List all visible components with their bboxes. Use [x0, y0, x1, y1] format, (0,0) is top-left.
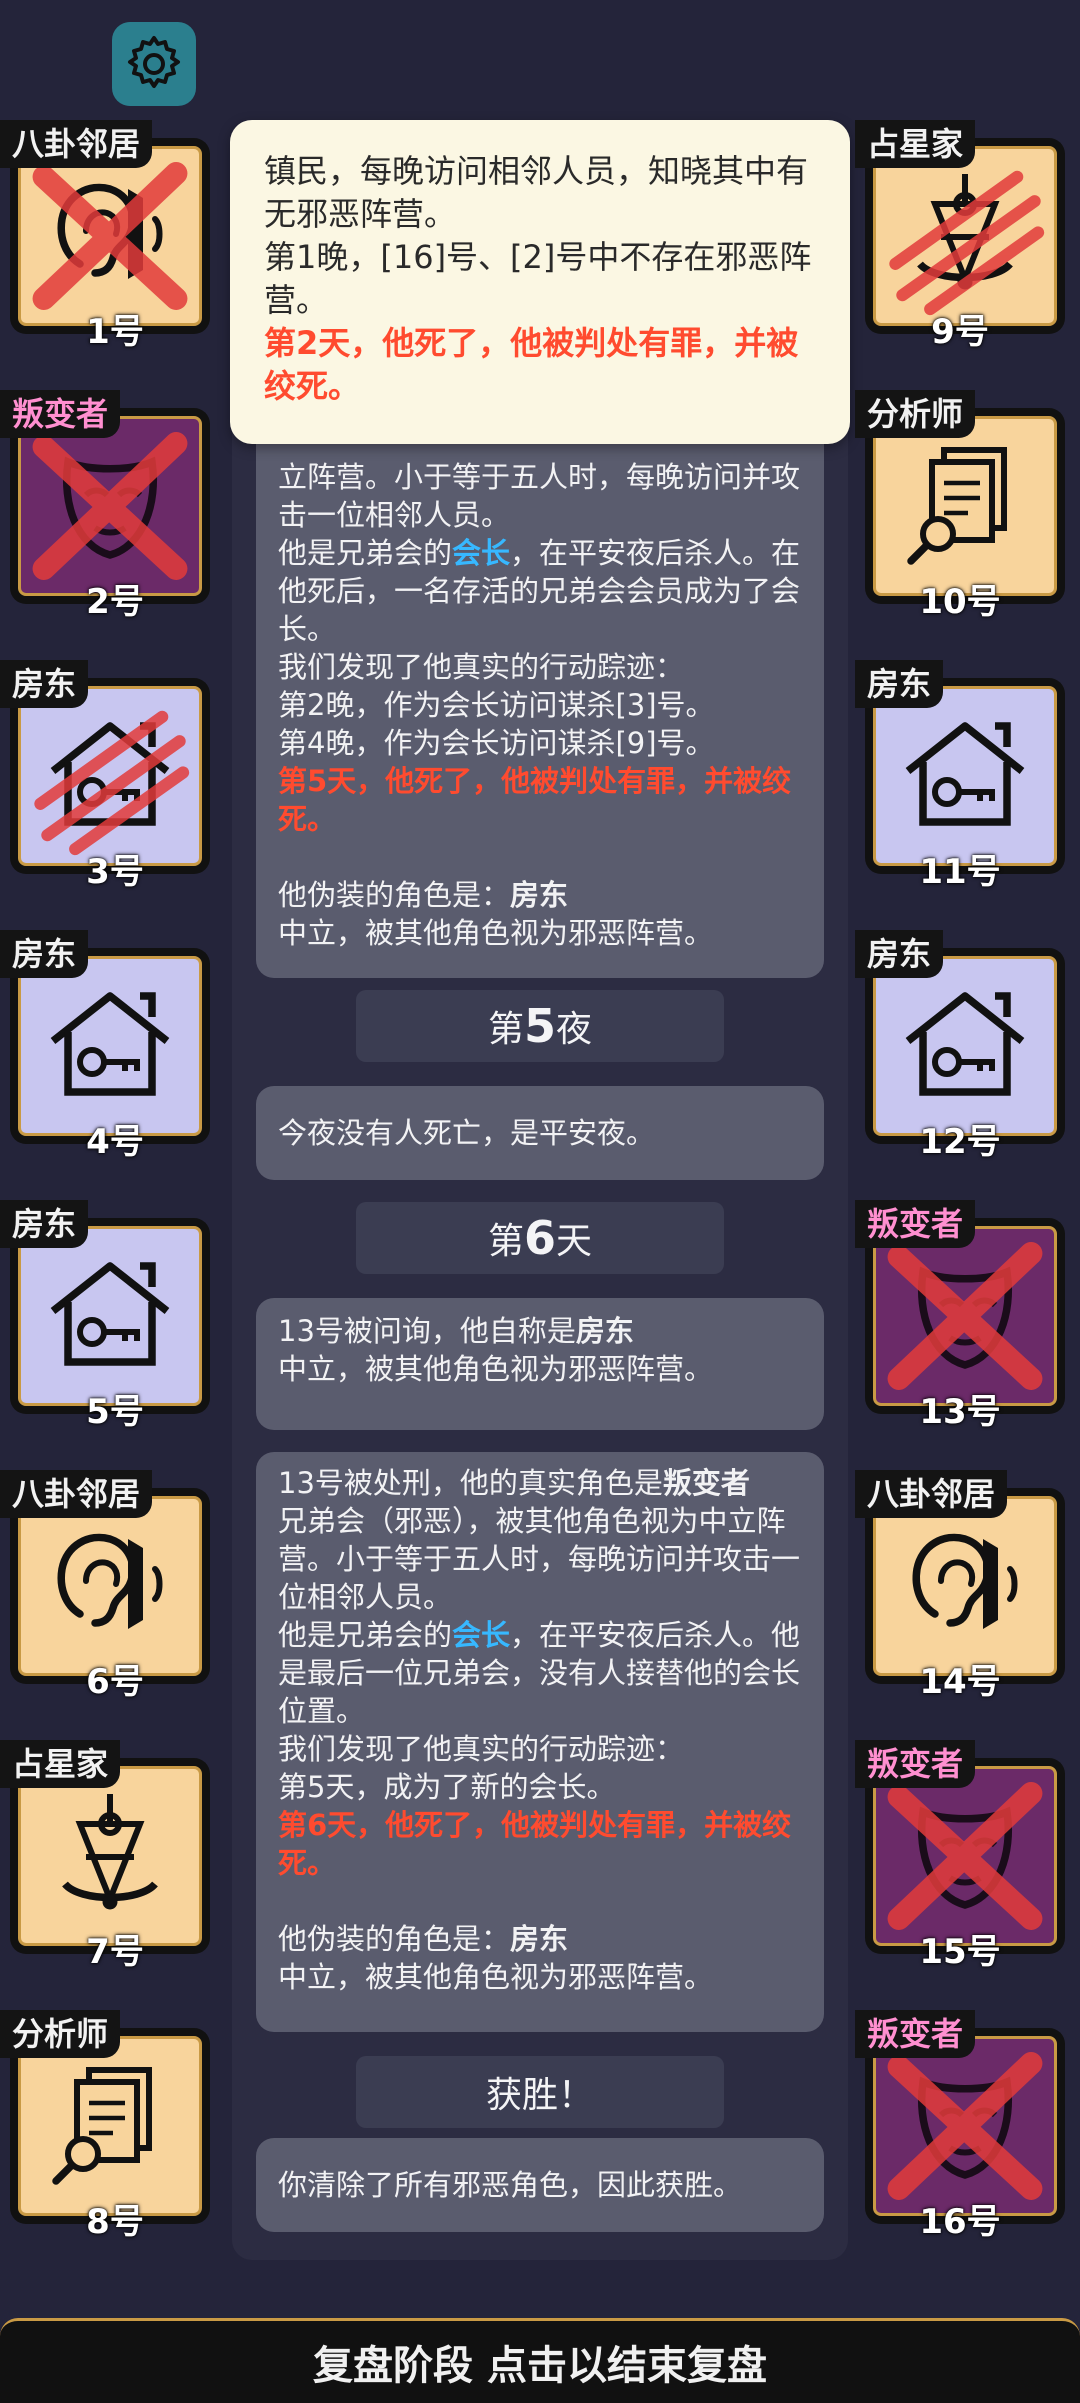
player-tile[interactable]: 占星家 9号	[855, 120, 1065, 352]
player-number: 4号	[86, 1122, 144, 1162]
house-key-icon	[890, 699, 1040, 853]
player-tile[interactable]: 叛变者 16号	[855, 2010, 1065, 2242]
end-review-button[interactable]: 复盘阶段 点击以结束复盘	[0, 2318, 1080, 2403]
player-number: 10号	[919, 582, 1001, 622]
role-label: 房东	[0, 930, 89, 978]
role-label: 叛变者	[855, 2010, 976, 2058]
player-number: 14号	[919, 1662, 1001, 1702]
claw-mark	[889, 170, 1045, 316]
log-entry-execution-13: 13号被处刑，他的真实角色是叛变者 兄弟会（邪恶），被其他角色视为中立阵营。小于…	[256, 1452, 824, 2032]
documents-icon	[35, 2049, 185, 2203]
eliminated-x-mark	[32, 432, 188, 580]
leader-link[interactable]: 会长	[452, 536, 510, 570]
player-tile[interactable]: 房东 3号	[0, 660, 210, 892]
player-number: 16号	[919, 2202, 1001, 2242]
log-entry-execution-2: 立阵营。小于等于五人时，每晚访问并攻击一位相邻人员。 他是兄弟会的会长，在平安夜…	[256, 420, 824, 978]
death-text: 第5天，他死了，他被判处有罪，并被绞死。	[278, 764, 792, 836]
role-label: 叛变者	[0, 390, 121, 438]
eliminated-x-mark	[32, 162, 188, 310]
player-tile[interactable]: 房东 4号	[0, 930, 210, 1162]
player-tile[interactable]: 叛变者 15号	[855, 1740, 1065, 1972]
role-label: 八卦邻居	[855, 1470, 1008, 1518]
player-number: 2号	[86, 582, 144, 622]
role-label: 房东	[855, 660, 944, 708]
role-label: 占星家	[0, 1740, 121, 1788]
player-tile[interactable]: 叛变者 13号	[855, 1200, 1065, 1432]
player-number: 12号	[919, 1122, 1001, 1162]
claw-mark	[34, 710, 190, 856]
night-5-header: 第5夜	[356, 990, 724, 1062]
sextant-icon	[35, 1779, 185, 1933]
role-label: 房东	[0, 1200, 89, 1248]
player-number: 9号	[931, 312, 989, 352]
eliminated-x-mark	[887, 1782, 1043, 1930]
day-6-header: 第6天	[356, 1202, 724, 1274]
role-tooltip: 镇民，每晚访问相邻人员，知晓其中有无邪恶阵营。 第1晚，[16]号、[2]号中不…	[230, 120, 850, 444]
eliminated-x-mark	[887, 1242, 1043, 1390]
player-tile[interactable]: 房东 5号	[0, 1200, 210, 1432]
settings-button[interactable]	[112, 22, 196, 106]
role-label: 叛变者	[855, 1740, 976, 1788]
game-log[interactable]: 立阵营。小于等于五人时，每晚访问并攻击一位相邻人员。 他是兄弟会的会长，在平安夜…	[232, 400, 848, 2260]
death-text: 第6天，他死了，他被判处有罪，并被绞死。	[278, 1808, 792, 1880]
role-label: 房东	[0, 660, 89, 708]
role-label: 叛变者	[855, 1200, 976, 1248]
log-entry-claim: 13号被问询，他自称是房东 中立，被其他角色视为邪恶阵营。	[256, 1298, 824, 1430]
house-key-icon	[35, 1239, 185, 1393]
player-tile[interactable]: 房东 12号	[855, 930, 1065, 1162]
player-tile[interactable]: 占星家 7号	[0, 1740, 210, 1972]
player-number: 11号	[919, 852, 1001, 892]
player-number: 6号	[86, 1662, 144, 1702]
ear-icon	[890, 1509, 1040, 1663]
log-text: 立阵营。小于等于五人时，每晚访问并攻击一位相邻人员。	[278, 460, 801, 532]
player-number: 7号	[86, 1932, 144, 1972]
role-label: 房东	[855, 930, 944, 978]
player-tile[interactable]: 八卦邻居 1号	[0, 120, 210, 352]
role-label: 占星家	[855, 120, 976, 168]
player-tile[interactable]: 分析师 8号	[0, 2010, 210, 2242]
victory-header: 获胜！	[356, 2056, 724, 2128]
player-tile[interactable]: 八卦邻居 6号	[0, 1470, 210, 1702]
log-entry-victory: 你清除了所有邪恶角色，因此获胜。	[256, 2138, 824, 2232]
player-number: 13号	[919, 1392, 1001, 1432]
player-tile[interactable]: 分析师 10号	[855, 390, 1065, 622]
leader-link[interactable]: 会长	[452, 1618, 510, 1652]
ear-icon	[35, 1509, 185, 1663]
role-label: 八卦邻居	[0, 1470, 153, 1518]
player-number: 3号	[86, 852, 144, 892]
player-tile[interactable]: 叛变者 2号	[0, 390, 210, 622]
house-key-icon	[35, 969, 185, 1123]
player-tile[interactable]: 八卦邻居 14号	[855, 1470, 1065, 1702]
log-entry-night-5: 今夜没有人死亡，是平安夜。	[256, 1086, 824, 1180]
house-key-icon	[890, 969, 1040, 1123]
player-number: 8号	[86, 2202, 144, 2242]
role-label: 分析师	[0, 2010, 121, 2058]
role-label: 分析师	[855, 390, 976, 438]
documents-icon	[890, 429, 1040, 583]
player-number: 1号	[86, 312, 144, 352]
player-tile[interactable]: 房东 11号	[855, 660, 1065, 892]
player-number: 15号	[919, 1932, 1001, 1972]
player-number: 5号	[86, 1392, 144, 1432]
eliminated-x-mark	[887, 2052, 1043, 2200]
role-label: 八卦邻居	[0, 120, 153, 168]
gear-icon	[128, 36, 180, 88]
